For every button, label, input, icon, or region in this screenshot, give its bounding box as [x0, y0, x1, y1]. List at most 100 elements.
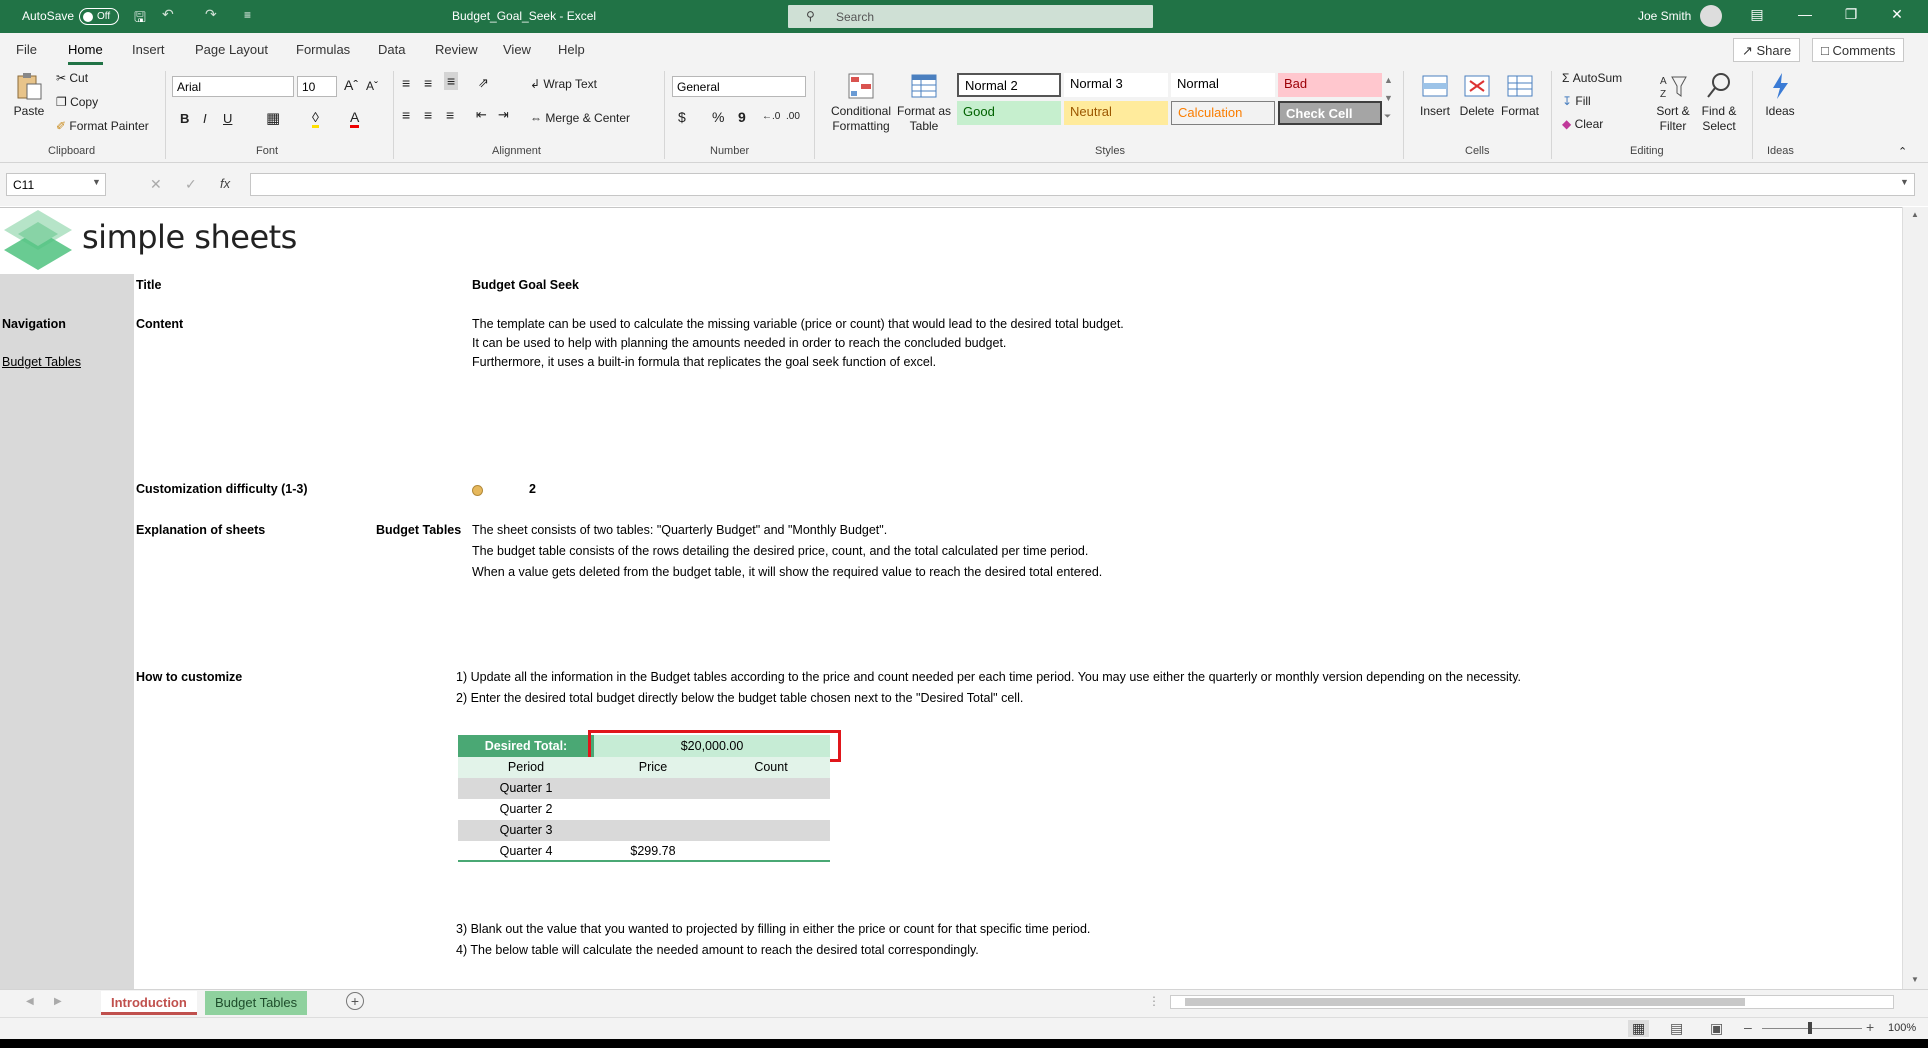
- tab-formulas[interactable]: Formulas: [296, 42, 350, 57]
- tab-home[interactable]: Home: [68, 42, 103, 65]
- clear-button[interactable]: ◆ Clear: [1562, 117, 1603, 131]
- cancel-icon[interactable]: ✕: [150, 176, 162, 193]
- find-select-button[interactable]: Find & Select: [1696, 71, 1742, 134]
- content-line[interactable]: The template can be used to calculate th…: [472, 317, 1124, 331]
- user-name[interactable]: Joe Smith: [1638, 9, 1691, 23]
- currency-button[interactable]: $: [678, 109, 686, 125]
- count-cell[interactable]: [712, 778, 830, 799]
- autosave-toggle[interactable]: Off: [79, 8, 119, 25]
- nav-link-budget-tables[interactable]: Budget Tables: [2, 355, 81, 369]
- next-sheet-icon[interactable]: ▶: [54, 996, 62, 1007]
- font-name-dropdown[interactable]: Arial: [172, 76, 294, 97]
- period-cell[interactable]: Quarter 1: [458, 778, 594, 799]
- tab-help[interactable]: Help: [558, 42, 585, 57]
- align-middle-icon[interactable]: ≡: [424, 75, 432, 91]
- difficulty-value[interactable]: 2: [529, 482, 536, 496]
- paste-button[interactable]: Paste: [10, 71, 48, 119]
- fill-button[interactable]: ↧ Fill: [1562, 94, 1591, 108]
- tab-view[interactable]: View: [503, 42, 531, 57]
- number-format-dropdown[interactable]: General: [672, 76, 806, 97]
- decrease-indent-icon[interactable]: ⇤: [476, 107, 487, 123]
- cut-button[interactable]: ✂ Cut: [56, 71, 88, 85]
- minimize-icon[interactable]: —: [1790, 6, 1820, 22]
- align-bottom-icon[interactable]: ≡: [444, 72, 459, 90]
- count-cell[interactable]: [712, 799, 830, 820]
- sheet-tab-budget-tables[interactable]: Budget Tables: [205, 991, 308, 1015]
- content-label[interactable]: Content: [136, 317, 183, 331]
- share-button[interactable]: ↗ Share: [1733, 38, 1801, 62]
- count-cell[interactable]: [712, 841, 830, 862]
- borders-icon[interactable]: ▦: [266, 109, 280, 127]
- orientation-icon[interactable]: ⇗: [478, 75, 489, 91]
- explanation-line[interactable]: The budget table consists of the rows de…: [472, 544, 1088, 558]
- bold-button[interactable]: B: [180, 111, 189, 126]
- name-box-dropdown-icon[interactable]: ▼: [92, 177, 101, 187]
- grow-font-icon[interactable]: Aˆ: [344, 77, 358, 93]
- increase-decimal-icon[interactable]: ←.0: [762, 111, 780, 122]
- autosum-button[interactable]: Σ AutoSum: [1562, 71, 1622, 85]
- style-good[interactable]: Good: [957, 101, 1061, 125]
- name-box[interactable]: C11: [6, 173, 106, 196]
- page-break-view-icon[interactable]: ▣: [1710, 1020, 1723, 1037]
- price-cell[interactable]: [594, 820, 712, 841]
- undo-icon[interactable]: ↶: [162, 6, 174, 23]
- merge-center-button[interactable]: ⇔ Merge & Center: [530, 111, 630, 125]
- increase-indent-icon[interactable]: ⇥: [498, 107, 509, 123]
- shrink-font-icon[interactable]: Aˇ: [366, 79, 378, 93]
- explanation-label[interactable]: Explanation of sheets: [136, 523, 265, 537]
- explanation-line[interactable]: When a value gets deleted from the budge…: [472, 565, 1102, 579]
- align-left-icon[interactable]: ≡: [402, 107, 410, 123]
- format-painter-button[interactable]: ✐ Format Painter: [56, 119, 149, 133]
- expand-formula-icon[interactable]: ▼: [1900, 177, 1909, 187]
- prev-sheet-icon[interactable]: ◀: [26, 996, 34, 1007]
- title-label[interactable]: Title: [136, 278, 161, 292]
- align-center-icon[interactable]: ≡: [424, 107, 432, 123]
- navigation-label[interactable]: Navigation: [2, 317, 66, 331]
- styles-more-icon[interactable]: ⏷: [1384, 111, 1391, 122]
- enter-icon[interactable]: ✓: [185, 176, 197, 193]
- explanation-line[interactable]: The sheet consists of two tables: "Quart…: [472, 523, 887, 537]
- style-calculation[interactable]: Calculation: [1171, 101, 1275, 125]
- copy-button[interactable]: ❐ Copy: [56, 95, 98, 109]
- avatar[interactable]: [1700, 5, 1722, 27]
- tab-insert[interactable]: Insert: [132, 42, 165, 57]
- redo-icon[interactable]: ↷: [205, 6, 217, 23]
- format-as-table-button[interactable]: Format as Table: [896, 71, 952, 134]
- insert-cells-button[interactable]: Insert: [1414, 71, 1456, 119]
- tab-split-handle-icon[interactable]: ⋮: [1148, 994, 1160, 1008]
- fill-color-icon[interactable]: ◊: [312, 109, 319, 128]
- zoom-slider[interactable]: [1762, 1028, 1862, 1029]
- wrap-text-button[interactable]: ↲ Wrap Text: [530, 77, 597, 91]
- insert-function-button[interactable]: fx: [220, 176, 230, 191]
- italic-button[interactable]: I: [203, 111, 207, 126]
- tab-data[interactable]: Data: [378, 42, 405, 57]
- normal-view-icon[interactable]: ▦: [1628, 1020, 1650, 1037]
- font-color-icon[interactable]: A: [350, 109, 360, 128]
- decrease-decimal-icon[interactable]: .00: [786, 111, 800, 122]
- zoom-in-icon[interactable]: +: [1866, 1019, 1874, 1035]
- zoom-out-icon[interactable]: –: [1744, 1019, 1752, 1035]
- search-box[interactable]: ⚲ Search: [788, 5, 1153, 28]
- price-cell[interactable]: [594, 799, 712, 820]
- tab-file[interactable]: File: [16, 42, 37, 57]
- delete-cells-button[interactable]: Delete: [1456, 71, 1498, 119]
- ideas-button[interactable]: Ideas: [1760, 71, 1800, 119]
- header-period[interactable]: Period: [458, 757, 594, 778]
- header-count[interactable]: Count: [712, 757, 830, 778]
- period-cell[interactable]: Quarter 3: [458, 820, 594, 841]
- style-neutral[interactable]: Neutral: [1064, 101, 1168, 125]
- customize-step[interactable]: 3) Blank out the value that you wanted t…: [456, 922, 1090, 936]
- customize-label[interactable]: How to customize: [136, 670, 242, 684]
- content-line[interactable]: Furthermore, it uses a built-in formula …: [472, 355, 936, 369]
- styles-scroll-up-icon[interactable]: ▲: [1384, 75, 1393, 85]
- desired-total-label[interactable]: Desired Total:: [458, 735, 594, 757]
- zoom-level[interactable]: 100%: [1888, 1022, 1916, 1034]
- style-normal-2[interactable]: Normal 2: [957, 73, 1061, 97]
- price-cell[interactable]: [594, 778, 712, 799]
- underline-button[interactable]: U: [223, 111, 232, 126]
- percent-button[interactable]: %: [712, 109, 724, 125]
- content-line[interactable]: It can be used to help with planning the…: [472, 336, 1006, 350]
- ribbon-display-icon[interactable]: ▤: [1742, 6, 1772, 23]
- title-value[interactable]: Budget Goal Seek: [472, 278, 579, 292]
- style-normal-3[interactable]: Normal 3: [1064, 73, 1168, 97]
